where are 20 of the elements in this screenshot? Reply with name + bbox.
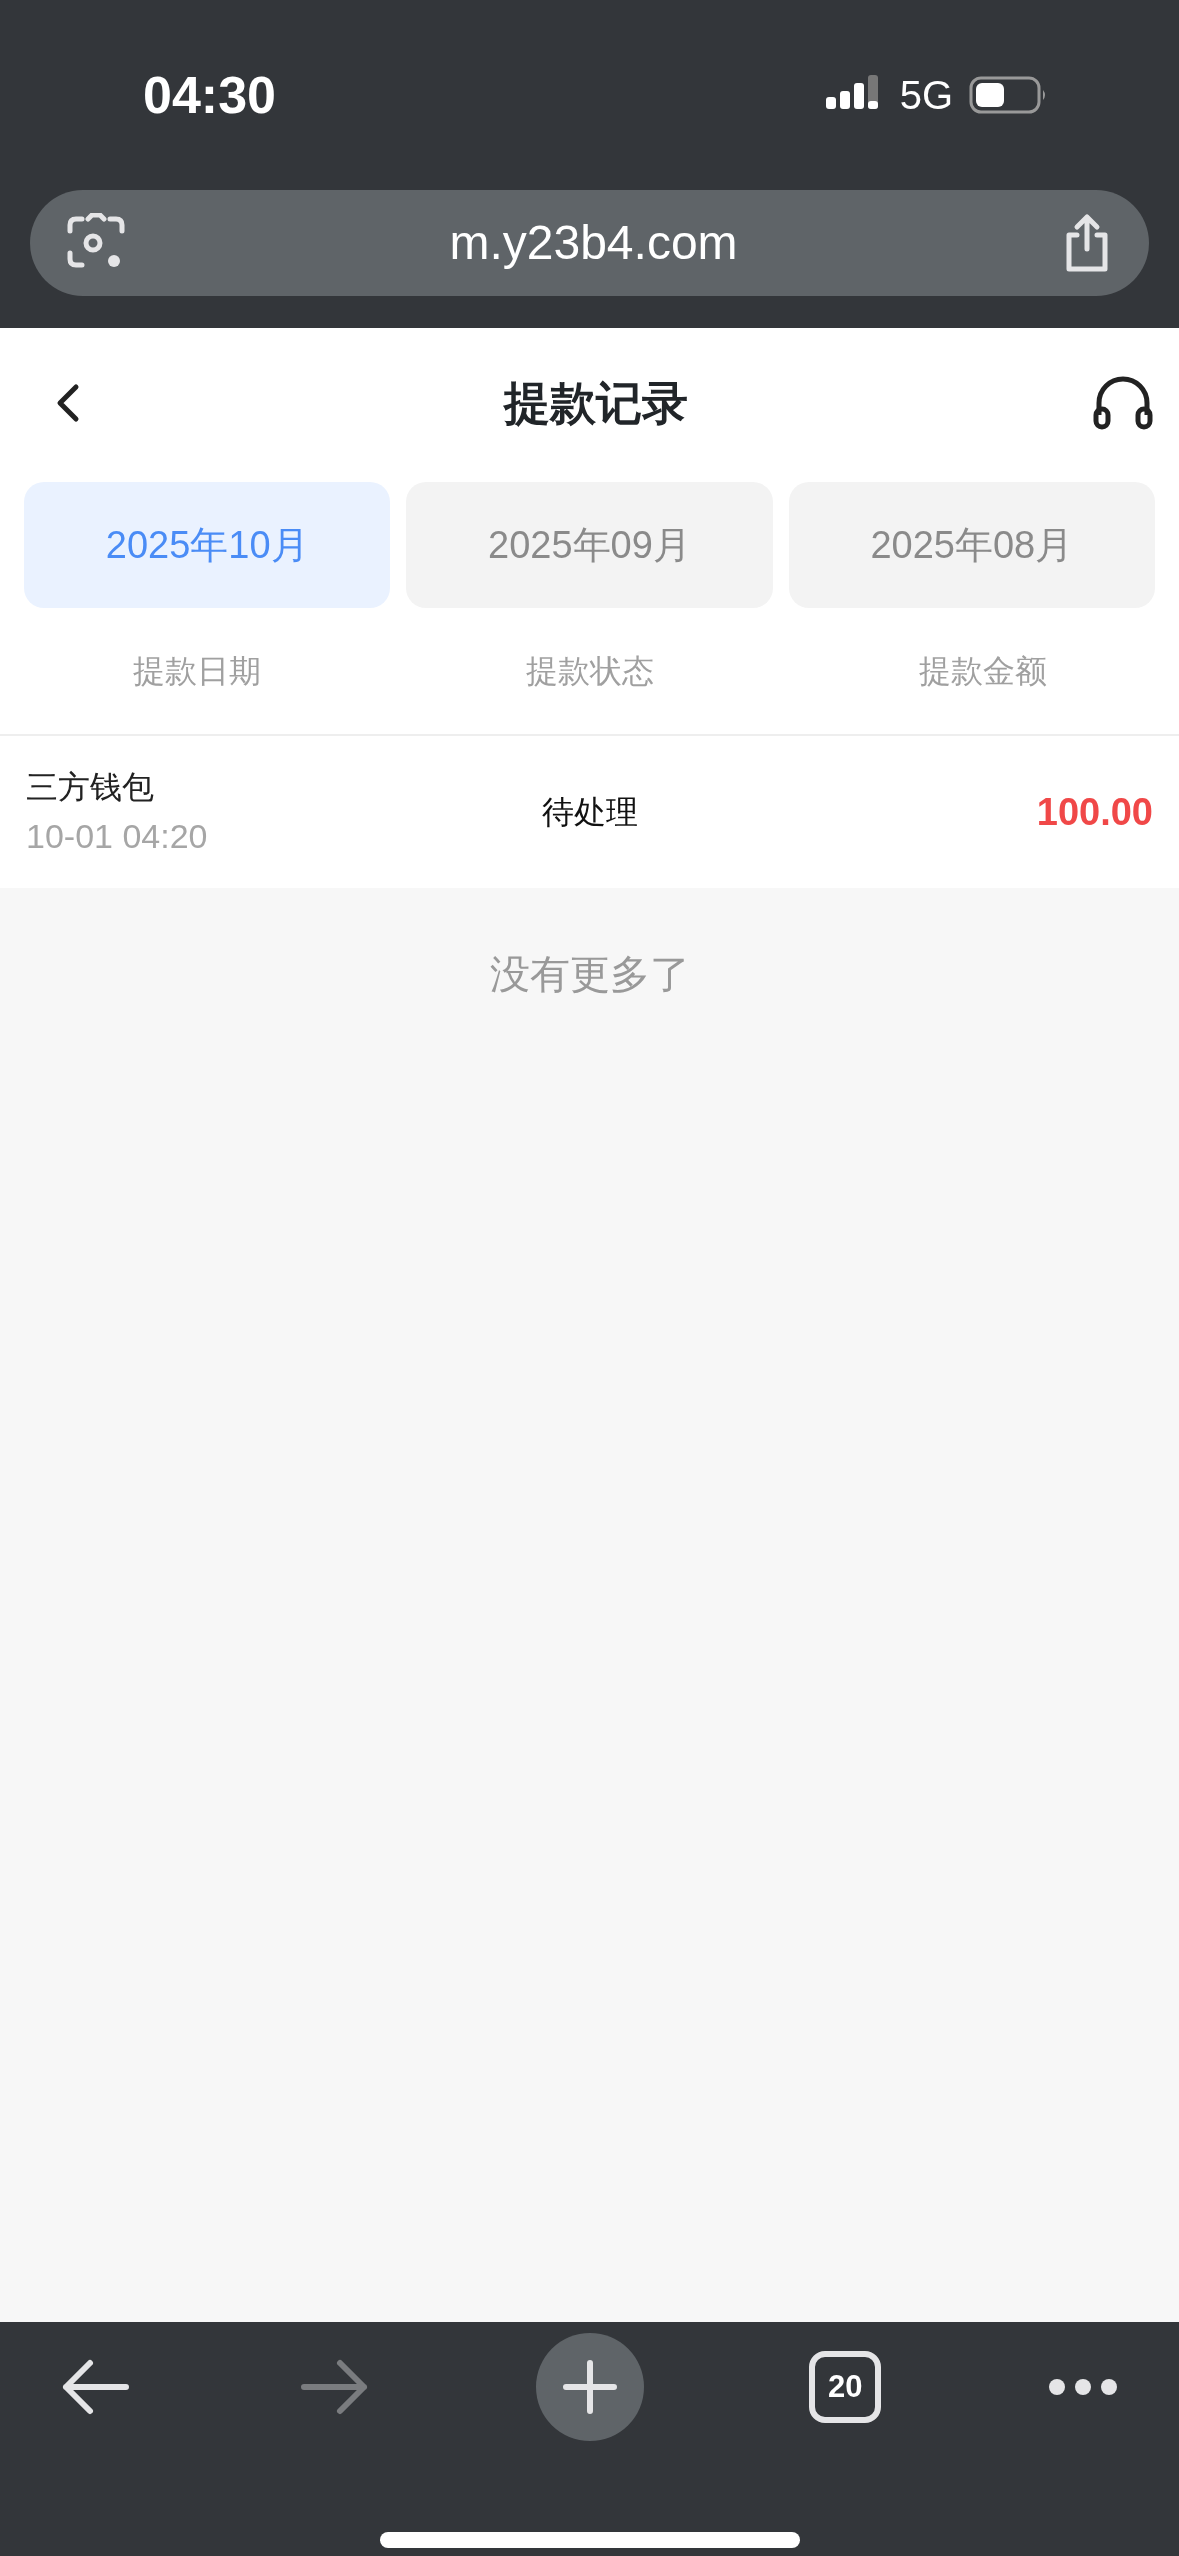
tab-count-button[interactable]: 20 bbox=[809, 2351, 882, 2423]
month-tab[interactable]: 2025年08月 bbox=[788, 482, 1155, 608]
network-label: 5G bbox=[899, 72, 953, 119]
more-icon[interactable] bbox=[1047, 2377, 1119, 2397]
new-tab-button[interactable] bbox=[535, 2333, 644, 2441]
withdraw-method: 三方钱包 bbox=[26, 767, 155, 807]
withdraw-time: 10-01 04:20 bbox=[26, 815, 209, 857]
status-time: 04:30 bbox=[143, 65, 276, 126]
withdraw-status: 待处理 bbox=[541, 794, 638, 830]
column-header: 提款状态 bbox=[525, 653, 654, 689]
column-header: 提款日期 bbox=[132, 653, 261, 689]
headset-icon[interactable] bbox=[1091, 375, 1155, 431]
page-title: 提款记录 bbox=[503, 375, 688, 431]
withdraw-amount: 100.00 bbox=[1036, 790, 1153, 833]
column-header: 提款金额 bbox=[918, 653, 1047, 689]
address-bar[interactable]: m.y23b4.com bbox=[30, 190, 1149, 296]
end-of-list-text: 没有更多了 bbox=[489, 951, 690, 998]
month-tab[interactable]: 2025年09月 bbox=[406, 482, 773, 608]
back-arrow-button[interactable] bbox=[60, 2357, 132, 2417]
url-text[interactable]: m.y23b4.com bbox=[449, 207, 738, 279]
